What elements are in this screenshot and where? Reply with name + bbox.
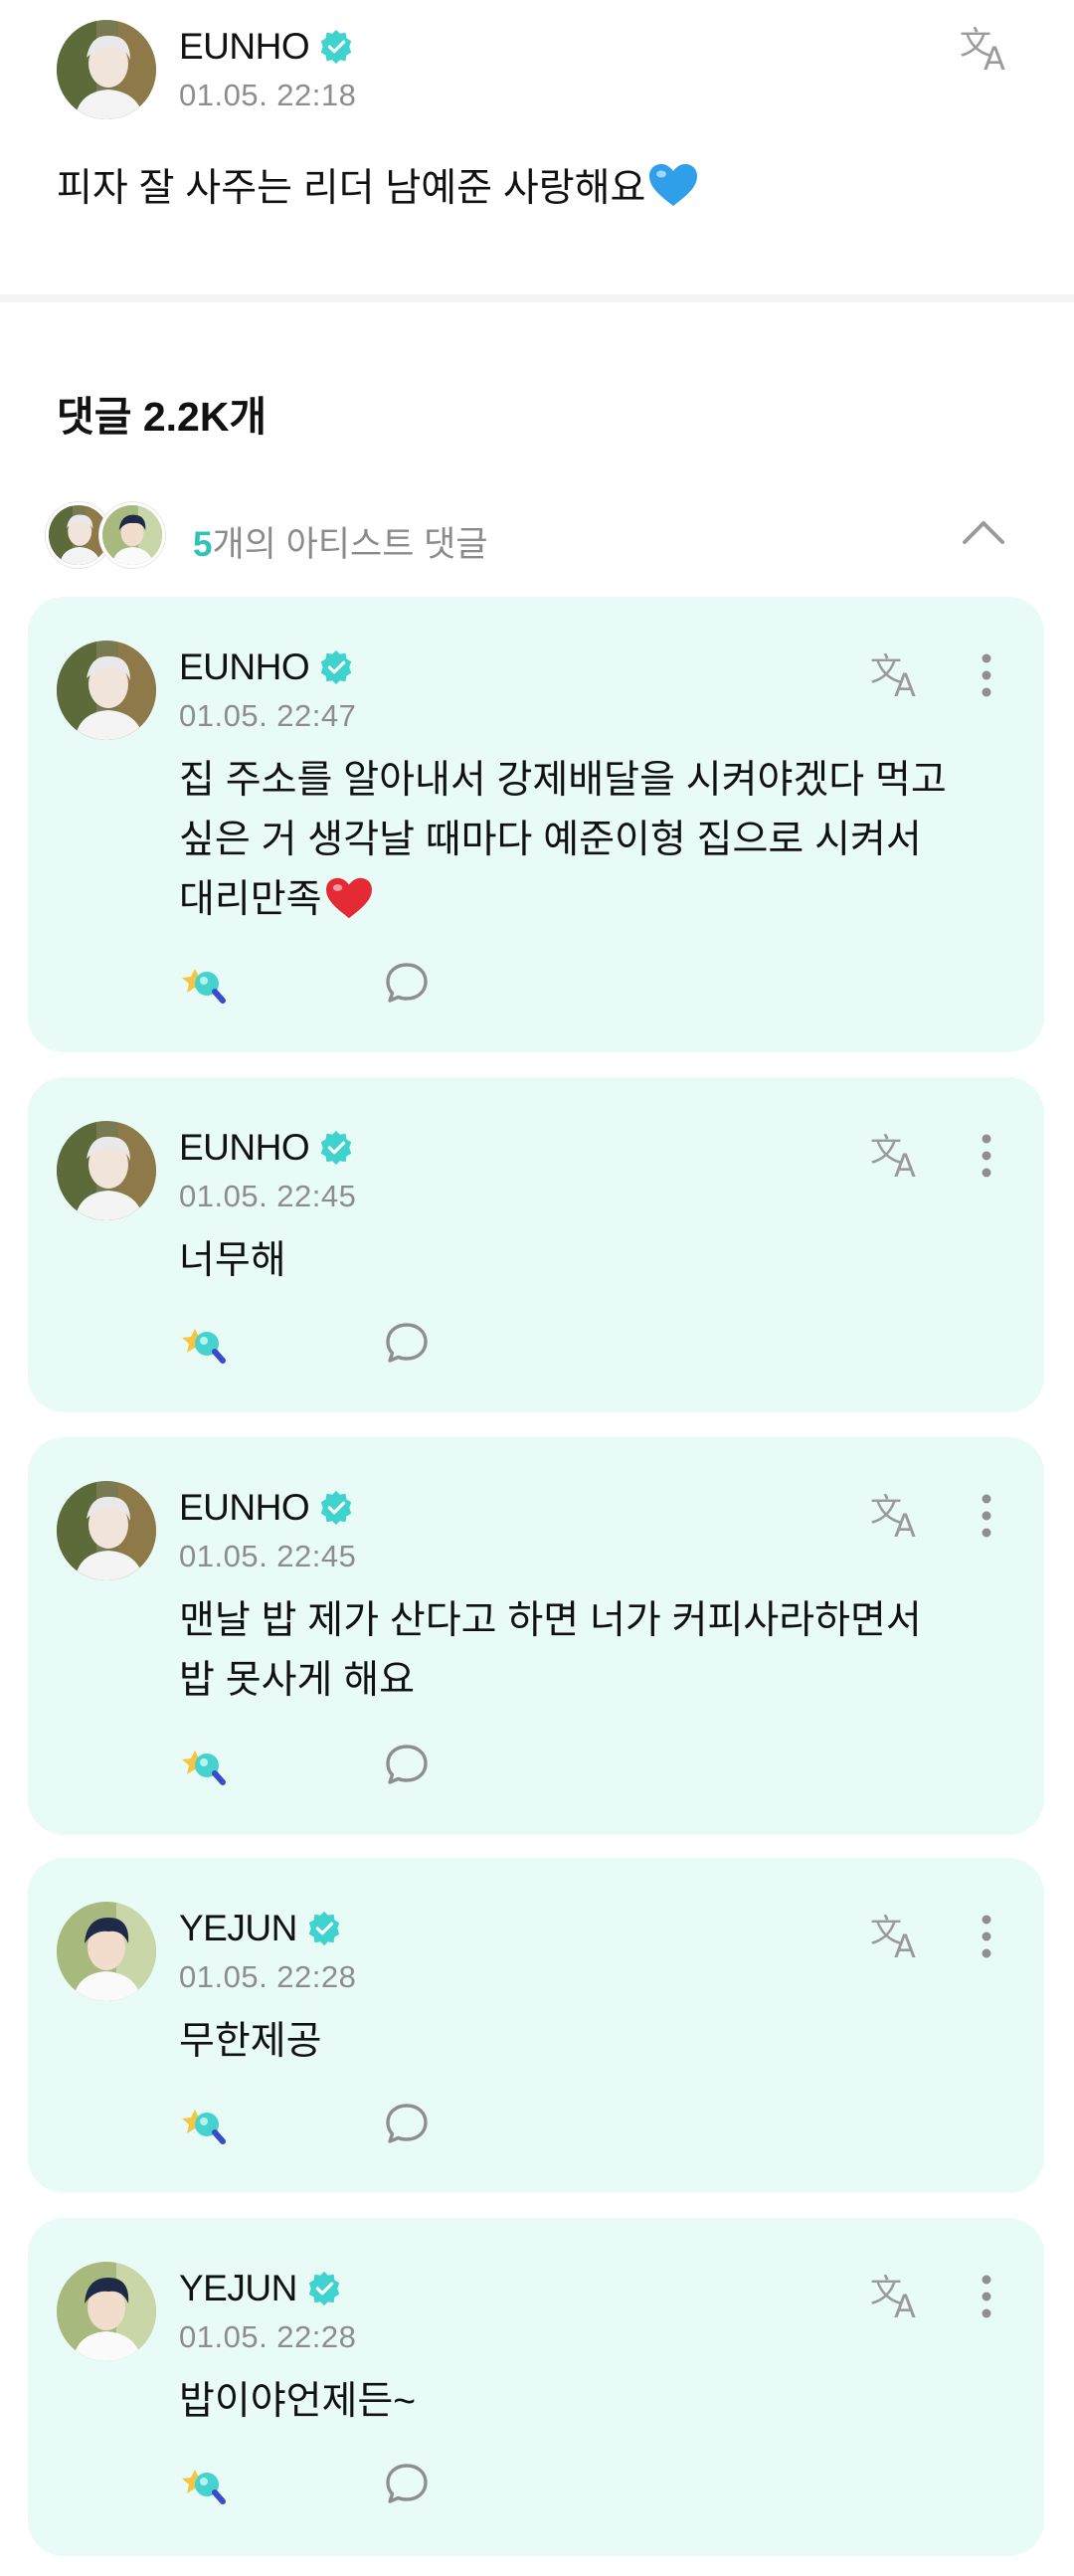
comments-count-title: 댓글 2.2K개 <box>57 394 268 440</box>
comment-line: 싶은 거 생각날 때마다 예준이형 집으로 시켜서 <box>179 819 922 861</box>
artist-comment-count: 5 <box>193 525 213 564</box>
author-row: EUNHO <box>179 1487 355 1529</box>
author-name[interactable]: YEJUN <box>179 2268 297 2309</box>
comment-line-last: 대리만족 <box>179 870 994 930</box>
comment-card: EUNHO 01.05. 22:45 맨날 밥 제가 산다고 하면 너가 커피사… <box>28 1437 1044 1835</box>
speech-bubble-icon[interactable] <box>384 1743 430 1786</box>
author-name[interactable]: EUNHO <box>179 26 310 68</box>
verified-badge-icon <box>317 1489 355 1527</box>
comment-actions <box>177 1741 475 1790</box>
cheer-light-stick-icon[interactable] <box>177 2100 229 2147</box>
comment-line: 밥이야언제든~ <box>179 2380 417 2423</box>
comment-text: 밥이야언제든~ <box>179 2372 994 2432</box>
comment-actions <box>177 959 475 1009</box>
avatar[interactable] <box>57 1481 156 1580</box>
chevron-up-icon[interactable] <box>959 512 1008 552</box>
translate-icon[interactable] <box>868 646 928 702</box>
author-row: EUNHO <box>179 646 355 688</box>
artist-comments-toggle[interactable]: 5개의 아티스트 댓글 <box>46 502 1030 572</box>
post-text: 피자 잘 사주는 리더 남예준 사랑해요 <box>57 167 646 210</box>
post-text-row: 피자 잘 사주는 리더 남예준 사랑해요 <box>57 157 699 213</box>
comment-text: 맨날 밥 제가 산다고 하면 너가 커피사라하면서 밥 못사게 해요 <box>179 1591 994 1711</box>
author-name[interactable]: EUNHO <box>179 646 310 688</box>
author-name[interactable]: EUNHO <box>179 1127 310 1169</box>
cheer-light-stick-icon[interactable] <box>177 959 229 1007</box>
cheer-light-stick-icon[interactable] <box>177 1741 229 1788</box>
comment-timestamp: 01.05. 22:28 <box>179 2319 357 2354</box>
comment-actions <box>177 1319 475 1369</box>
comment-line: 밥 못사게 해요 <box>179 1659 415 1702</box>
author-row: EUNHO <box>179 26 355 68</box>
speech-bubble-icon[interactable] <box>384 2102 430 2145</box>
comment-card: EUNHO 01.05. 22:47 집 주소를 알아내서 강제배달을 시켜야겠… <box>28 597 1044 1052</box>
author-name[interactable]: YEJUN <box>179 1908 297 1949</box>
translate-icon[interactable] <box>868 1487 928 1543</box>
artist-comments-label: 5개의 아티스트 댓글 <box>193 516 488 567</box>
comment-card: EUNHO 01.05. 22:45 너무해 <box>28 1077 1044 1412</box>
author-row: YEJUN <box>179 1908 343 1949</box>
speech-bubble-icon[interactable] <box>384 2462 430 2505</box>
more-vertical-icon[interactable] <box>981 2274 992 2319</box>
author-row: YEJUN <box>179 2268 343 2309</box>
comment-card: YEJUN 01.05. 22:28 무한제공 <box>28 1858 1044 2193</box>
more-vertical-icon[interactable] <box>981 1493 992 1539</box>
comment-line-text: 대리만족 <box>179 878 322 921</box>
comment-actions <box>177 2100 475 2149</box>
artist-comments-text: 개의 아티스트 댓글 <box>212 525 488 564</box>
cheer-light-stick-icon[interactable] <box>177 1319 229 1367</box>
comment-timestamp: 01.05. 22:45 <box>179 1179 357 1213</box>
section-divider <box>0 294 1074 302</box>
translate-icon[interactable] <box>868 2268 928 2323</box>
verified-badge-icon <box>317 28 355 66</box>
translate-icon[interactable] <box>958 20 1017 76</box>
speech-bubble-icon[interactable] <box>384 1321 430 1365</box>
blue-heart-icon <box>647 162 699 208</box>
comment-text: 무한제공 <box>179 2012 994 2072</box>
avatar[interactable] <box>57 2262 156 2361</box>
original-post: EUNHO 01.05. 22:18 피자 잘 사주는 리더 남예준 사랑해요 <box>0 0 1074 294</box>
verified-badge-icon <box>305 2270 343 2307</box>
verified-badge-icon <box>317 648 355 686</box>
cheer-light-stick-icon[interactable] <box>177 2460 229 2507</box>
artist-avatars <box>46 502 175 572</box>
more-vertical-icon[interactable] <box>981 1133 992 1179</box>
comment-text: 너무해 <box>179 1231 994 1291</box>
red-heart-icon <box>324 876 374 920</box>
avatar[interactable] <box>57 641 156 740</box>
comment-timestamp: 01.05. 22:28 <box>179 1959 357 1994</box>
author-row: EUNHO <box>179 1127 355 1169</box>
verified-badge-icon <box>305 1910 343 1947</box>
comment-line: 집 주소를 알아내서 강제배달을 시켜야겠다 먹고 <box>179 759 947 802</box>
translate-icon[interactable] <box>868 1908 928 1963</box>
verified-badge-icon <box>317 1129 355 1167</box>
author-name[interactable]: EUNHO <box>179 1487 310 1529</box>
comment-timestamp: 01.05. 22:47 <box>179 698 357 733</box>
speech-bubble-icon[interactable] <box>384 961 430 1005</box>
comment-line: 너무해 <box>179 1239 286 1282</box>
avatar[interactable] <box>57 1121 156 1220</box>
comment-actions <box>177 2460 475 2509</box>
comment-card: YEJUN 01.05. 22:28 밥이야언제든~ <box>28 2218 1044 2556</box>
translate-icon[interactable] <box>868 1127 928 1183</box>
comment-timestamp: 01.05. 22:45 <box>179 1539 357 1573</box>
comment-text: 집 주소를 알아내서 강제배달을 시켜야겠다 먹고 싶은 거 생각날 때마다 예… <box>179 751 994 930</box>
more-vertical-icon[interactable] <box>981 652 992 698</box>
comment-line: 맨날 밥 제가 산다고 하면 너가 커피사라하면서 <box>179 1599 922 1642</box>
post-timestamp: 01.05. 22:18 <box>179 78 357 112</box>
avatar[interactable] <box>57 20 156 119</box>
comment-line: 무한제공 <box>179 2020 322 2063</box>
avatar[interactable] <box>57 1902 156 2001</box>
avatar <box>99 502 165 568</box>
more-vertical-icon[interactable] <box>981 1914 992 1959</box>
